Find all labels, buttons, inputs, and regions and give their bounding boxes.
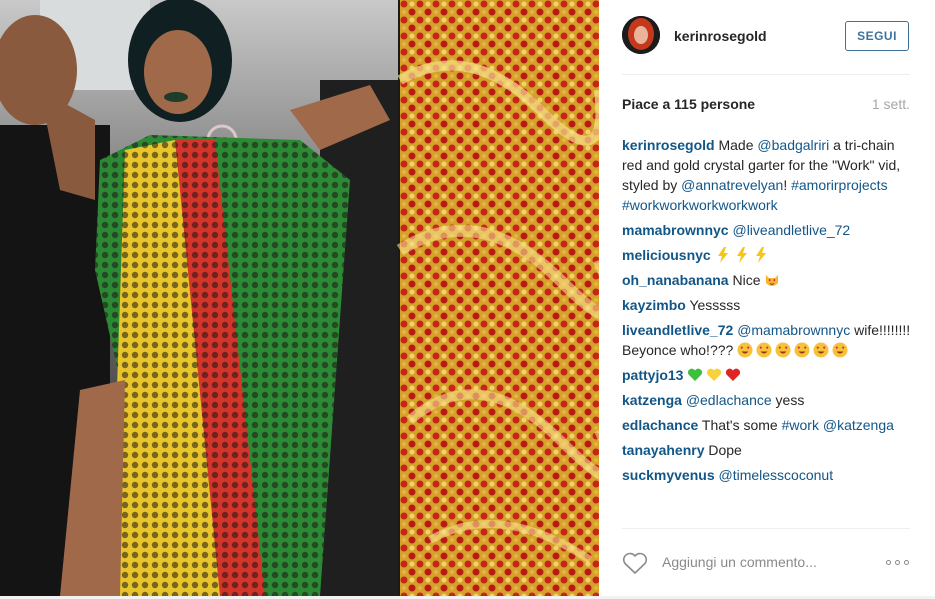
- comment-mention[interactable]: @liveandletlive_72: [732, 222, 850, 238]
- post-header: kerinrosegold SEGUI: [599, 0, 935, 74]
- comment-item: oh_nanabanana Nice: [622, 270, 912, 290]
- likes-row: Piace a 115 persone 1 sett.: [622, 96, 910, 112]
- comment-item: liveandletlive_72 @mamabrownnyc wife!!!!…: [622, 320, 912, 360]
- add-comment-input[interactable]: [662, 551, 862, 573]
- comment-mention[interactable]: @timelesscoconut: [719, 467, 834, 483]
- post-container: kerinrosegold SEGUI Piace a 115 persone …: [0, 0, 935, 599]
- comment-username[interactable]: tanayahenry: [622, 442, 704, 458]
- more-options-icon[interactable]: [886, 558, 912, 568]
- smiling-face-heart-eyes-emoji-icon: [737, 342, 851, 358]
- comment-username[interactable]: meliciousnyc: [622, 247, 711, 263]
- caption-username[interactable]: kerinrosegold: [622, 137, 715, 153]
- comment-bar: [622, 540, 912, 584]
- high-voltage-emoji-icon: [715, 247, 772, 263]
- caption-text-1: Made: [718, 137, 758, 153]
- post-sidebar: kerinrosegold SEGUI Piace a 115 persone …: [599, 0, 935, 596]
- comment-text: That's some: [701, 417, 778, 433]
- comment-item: mamabrownnyc @liveandletlive_72: [622, 220, 912, 240]
- caption-hashtag-workwork[interactable]: #workworkworkworkwork: [622, 197, 778, 213]
- follow-button[interactable]: SEGUI: [845, 21, 909, 51]
- colored-hearts-emoji-icon: [687, 367, 744, 383]
- caption-hashtag-amorirprojects[interactable]: #amorirprojects: [791, 177, 887, 193]
- comment-item: kayzimbo Yesssss: [622, 295, 912, 315]
- avatar-image: [622, 16, 660, 54]
- avatar[interactable]: [622, 16, 660, 54]
- comment-text: yess: [775, 392, 805, 408]
- comment-text: Yesssss: [689, 297, 741, 313]
- comment-username[interactable]: oh_nanabanana: [622, 272, 729, 288]
- comment-list: kerinrosegold Made @badgalriri a tri-cha…: [622, 135, 912, 490]
- header-username[interactable]: kerinrosegold: [674, 28, 767, 44]
- caption: kerinrosegold Made @badgalriri a tri-cha…: [622, 135, 912, 215]
- comment-item: pattyjo13: [622, 365, 912, 385]
- comment-username[interactable]: katzenga: [622, 392, 682, 408]
- comment-username[interactable]: pattyjo13: [622, 367, 683, 383]
- comment-username[interactable]: edlachance: [622, 417, 698, 433]
- comment-item: meliciousnyc: [622, 245, 912, 265]
- comment-mention[interactable]: @mamabrownnyc: [737, 322, 850, 338]
- comment-item: edlachance That's some #work @katzenga: [622, 415, 912, 435]
- header-divider: [622, 74, 910, 75]
- comment-username[interactable]: liveandletlive_72: [622, 322, 733, 338]
- comment-hashtag[interactable]: #work: [782, 417, 819, 433]
- heart-eyes-cat-emoji-icon: [764, 272, 783, 288]
- caption-text-3: !: [783, 177, 792, 193]
- footer-divider: [622, 528, 910, 529]
- heart-outline-icon[interactable]: [622, 551, 648, 575]
- comment-username[interactable]: kayzimbo: [622, 297, 686, 313]
- caption-mention-annatrevelyan[interactable]: @annatrevelyan: [681, 177, 783, 193]
- comment-mention[interactable]: @edlachance: [686, 392, 772, 408]
- comment-text: Dope: [708, 442, 742, 458]
- comment-mention[interactable]: @katzenga: [823, 417, 894, 433]
- comment-text: Nice: [732, 272, 761, 288]
- post-time[interactable]: 1 sett.: [872, 96, 910, 112]
- comment-username[interactable]: suckmyvenus: [622, 467, 715, 483]
- caption-mention-badgalriri[interactable]: @badgalriri: [757, 137, 829, 153]
- post-photo[interactable]: [0, 0, 599, 596]
- photo-collage: [0, 0, 599, 596]
- likes-count[interactable]: Piace a 115 persone: [622, 96, 755, 112]
- comment-item: katzenga @edlachance yess: [622, 390, 912, 410]
- comment-item: tanayahenry Dope: [622, 440, 912, 460]
- comment-username[interactable]: mamabrownnyc: [622, 222, 729, 238]
- comment-item: suckmyvenus @timelesscoconut: [622, 465, 912, 485]
